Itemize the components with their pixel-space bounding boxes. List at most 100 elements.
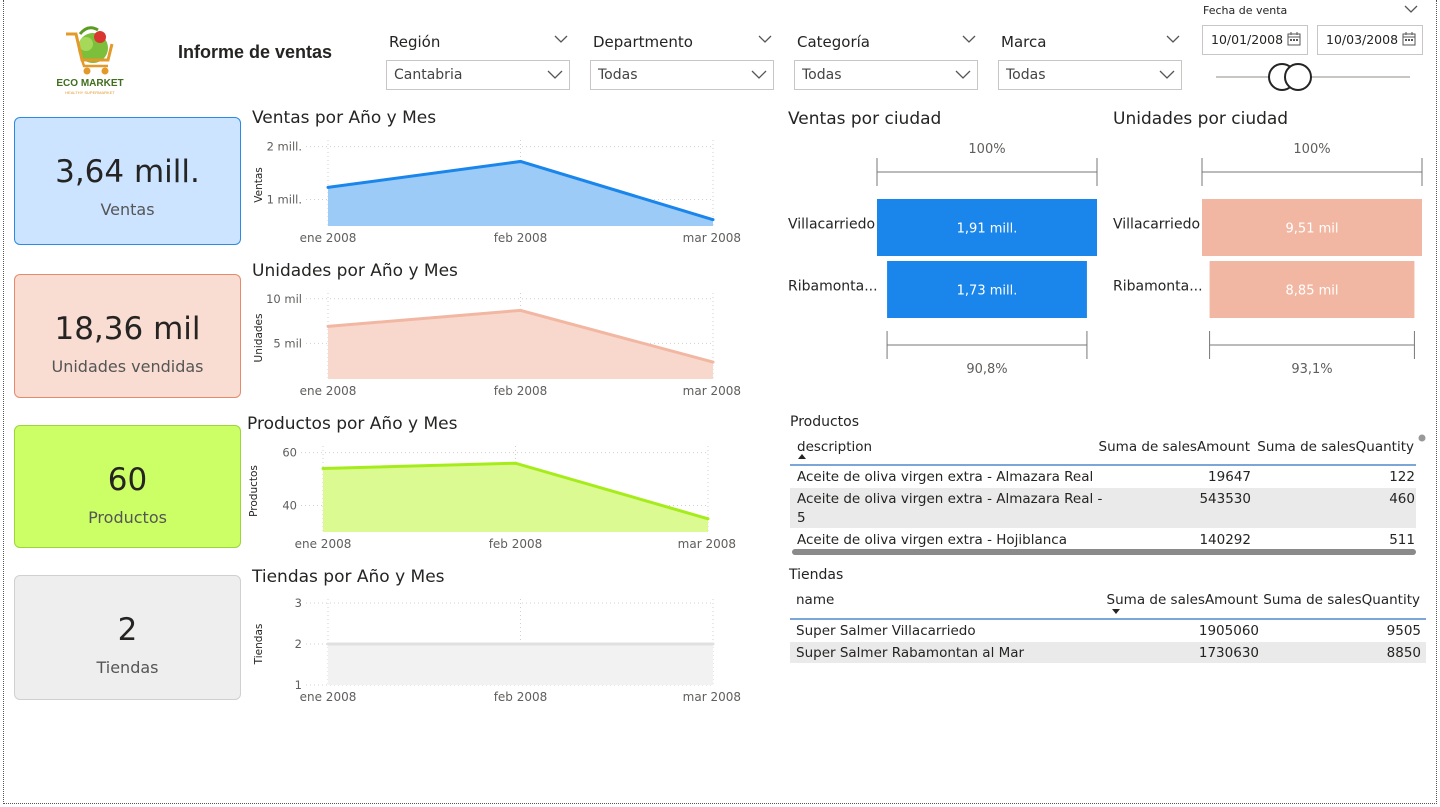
- column-header-name[interactable]: name: [796, 592, 834, 608]
- table-row-cell: Aceite de oliva virgen extra - Almazara …: [797, 491, 1103, 507]
- area-fill: [323, 463, 708, 532]
- header-divider: [790, 618, 1426, 620]
- table-row-cell: 19647: [1208, 469, 1251, 485]
- tiendas-table[interactable]: name Suma de salesAmount Suma de salesQu…: [790, 583, 1430, 673]
- calendar-icon[interactable]: [1286, 31, 1302, 47]
- table-row-cell: Aceite de oliva virgen extra - Hojiblanc…: [797, 532, 1068, 548]
- data-point: [711, 218, 715, 222]
- date-slicer-title: Fecha de venta: [1203, 4, 1288, 17]
- scrollbar-indicator-icon[interactable]: [1418, 434, 1426, 442]
- x-tick-label: feb 2008: [494, 384, 548, 398]
- column-header-salesquantity[interactable]: Suma de salesQuantity: [1252, 439, 1414, 455]
- kpi-card-unidades: 18,36 mil Unidades vendidas: [14, 274, 241, 398]
- chart-unidades-ciudad[interactable]: 100% 9,51 mil Villacarriedo 8,85 mil Ribamon…: [1109, 132, 1429, 380]
- y-tick-label: 60: [282, 446, 297, 460]
- horizontal-scrollbar[interactable]: [792, 549, 1416, 555]
- calendar-icon[interactable]: [1401, 31, 1417, 47]
- chart-tiendas-area[interactable]: 321ene 2008 feb 2008 mar 2008Tiendas: [246, 589, 746, 709]
- data-point: [519, 308, 522, 312]
- kpi-value: 60: [107, 462, 148, 498]
- y-tick-label: 10 mil: [266, 292, 302, 306]
- slicer-departamento-dropdown[interactable]: Todas: [590, 60, 774, 90]
- x-tick-label: mar 2008: [683, 384, 741, 398]
- date-slicer[interactable]: Fecha de venta 10/01/2008 10/03/2008: [1198, 0, 1426, 100]
- logo-text: ECO MARKET: [56, 78, 124, 89]
- chart-unidades-area[interactable]: 10 mil 5 mil ene 2008 feb 2008 mar 2008 Unida…: [246, 283, 746, 403]
- chart-ventas-ciudad[interactable]: 100% 1,91 mill. Villacarriedo 1,73 mill. Rib…: [784, 132, 1104, 380]
- slicer-marca-dropdown[interactable]: Todas: [998, 60, 1182, 90]
- chart-productos-area[interactable]: 60 40 ene 2008 feb 2008 mar 2008 Productos: [241, 436, 741, 556]
- slicer-marca[interactable]: Marca Todas: [998, 30, 1182, 90]
- x-tick-label: ene 2008: [300, 384, 357, 398]
- slicer-region-dropdown[interactable]: Cantabria: [386, 60, 570, 90]
- y-axis-label: Productos: [248, 465, 260, 517]
- chevron-down-icon[interactable]: [554, 34, 568, 44]
- slicer-marca-value: Todas: [1006, 67, 1046, 83]
- table-row-cell: Aceite de oliva virgen extra - Almazara …: [797, 469, 1094, 485]
- bottom-percent-label: 93,1%: [1291, 362, 1332, 377]
- x-tick-label: feb 2008: [489, 537, 543, 551]
- slicer-categoria-value: Todas: [802, 67, 842, 83]
- data-point: [711, 642, 715, 646]
- data-point: [514, 461, 517, 465]
- slicer-categoria[interactable]: Categoría Todas: [794, 30, 978, 90]
- y-tick-label: 1 mill.: [267, 193, 302, 207]
- kpi-label: Unidades vendidas: [51, 357, 204, 376]
- kpi-value: 18,36 mil: [54, 311, 201, 347]
- data-point: [519, 159, 522, 163]
- chevron-down-icon[interactable]: [758, 34, 772, 44]
- table-row-cell: 122: [1389, 469, 1415, 485]
- area-fill: [328, 161, 713, 226]
- column-header-description[interactable]: description: [797, 439, 872, 455]
- kpi-label: Productos: [88, 508, 167, 527]
- slider-handle-end[interactable]: [1284, 63, 1312, 91]
- y-axis-label: Ventas: [253, 167, 265, 203]
- column-header-salesquantity[interactable]: Suma de salesQuantity: [1260, 592, 1420, 608]
- data-label: 9,51 mil: [1286, 222, 1339, 237]
- category-label: Ribamonta...: [788, 279, 878, 295]
- end-date-input[interactable]: 10/03/2008: [1317, 25, 1423, 55]
- column-header-salesamount[interactable]: Suma de salesAmount: [1098, 592, 1258, 608]
- x-tick-label: ene 2008: [300, 690, 357, 704]
- table-row-cell: 8850: [1386, 645, 1421, 661]
- table-row-cell: 140292: [1199, 532, 1251, 548]
- start-date-input[interactable]: 10/01/2008: [1202, 25, 1308, 55]
- table-row-cell: 5: [797, 510, 806, 526]
- chart-ventas-area[interactable]: 2 mill. 1 mill. ene 2008 feb 2008 mar 2008 Ve…: [246, 130, 746, 250]
- slicer-categoria-dropdown[interactable]: Todas: [794, 60, 978, 90]
- date-range-slider[interactable]: [1216, 62, 1410, 92]
- chevron-down-icon[interactable]: [962, 34, 976, 44]
- productos-table[interactable]: description Suma de salesAmount Suma de …: [790, 430, 1430, 560]
- kpi-value: 3,64 mill.: [55, 154, 200, 190]
- logo-subtext: HEALTHY SUPERMARKET: [65, 90, 115, 95]
- chevron-down-icon[interactable]: [1404, 4, 1418, 14]
- y-tick-label: 40: [282, 499, 297, 513]
- x-tick-label: mar 2008: [683, 690, 741, 704]
- column-header-salesamount[interactable]: Suma de salesAmount: [1090, 439, 1250, 455]
- y-tick-label: 2 mill.: [267, 140, 302, 154]
- chevron-down-icon[interactable]: [1166, 34, 1180, 44]
- productos-table-title: Productos: [790, 414, 860, 430]
- category-label: Villacarriedo: [788, 217, 875, 233]
- tiendas-table-title: Tiendas: [789, 567, 844, 583]
- slicer-region-value: Cantabria: [394, 67, 463, 83]
- chevron-down-icon: [751, 70, 767, 79]
- x-tick-label: feb 2008: [494, 690, 548, 704]
- category-label: Villacarriedo: [1113, 217, 1200, 233]
- data-label: 1,91 mill.: [957, 222, 1018, 237]
- chart-tiendas-title: Tiendas por Año y Mes: [252, 567, 445, 587]
- x-tick-label: mar 2008: [683, 231, 741, 245]
- slicer-region-title: Región: [389, 33, 441, 51]
- sort-descending-icon[interactable]: [1111, 608, 1121, 616]
- data-point: [519, 642, 522, 646]
- x-tick-label: feb 2008: [494, 231, 548, 245]
- table-row-cell: Super Salmer Rabamontan al Mar: [796, 645, 1025, 661]
- data-point: [321, 467, 325, 471]
- area-fill: [328, 644, 713, 685]
- chevron-down-icon: [1159, 70, 1175, 79]
- data-point: [326, 642, 330, 646]
- slicer-departamento[interactable]: Departmento Todas: [590, 30, 774, 90]
- slicer-region[interactable]: Región Cantabria: [386, 30, 570, 90]
- chart-productos-title: Productos por Año y Mes: [247, 414, 458, 434]
- table-row-cell: 460: [1389, 491, 1415, 507]
